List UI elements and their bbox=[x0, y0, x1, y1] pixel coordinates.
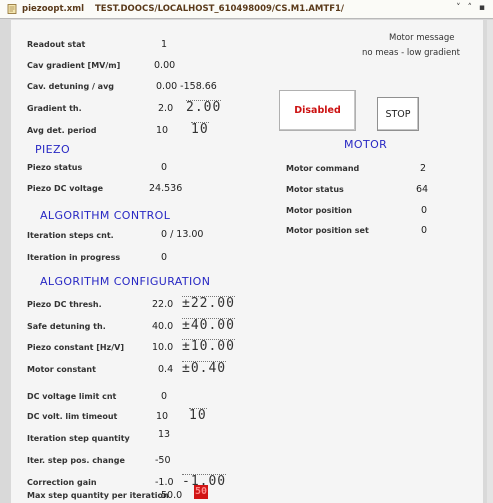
avg-det-period-spinner[interactable]: 10 bbox=[191, 122, 209, 136]
cav-gradient-value: 0.00 bbox=[154, 60, 176, 71]
max-step-quantity-value: 50.0 bbox=[161, 490, 183, 501]
motor-constant-label: Motor constant bbox=[27, 365, 96, 374]
gradient-th-spinner[interactable]: 2.00 bbox=[186, 100, 222, 114]
motor-status-label: Motor status bbox=[286, 185, 344, 194]
window-right-edge bbox=[487, 20, 493, 503]
main-panel: Readout stat 1 Cav gradient [MV/m] 0.00 … bbox=[11, 20, 483, 503]
piezo-constant-label: Piezo constant [Hz/V] bbox=[27, 343, 124, 352]
algorithm-control-title: ALGORITHM CONTROL bbox=[40, 209, 171, 222]
motor-constant-value: 0.4 bbox=[158, 364, 174, 375]
piezo-status-label: Piezo status bbox=[27, 163, 83, 172]
piezo-dc-thresh-value: 22.0 bbox=[152, 299, 174, 310]
cav-detuning-label: Cav. detuning / avg bbox=[27, 82, 115, 91]
motor-position-set-label: Motor position set bbox=[286, 226, 369, 235]
max-step-quantity-alarm-field[interactable]: 50 bbox=[194, 485, 208, 499]
document-icon bbox=[7, 4, 17, 14]
disabled-button[interactable]: Disabled bbox=[279, 90, 356, 131]
iteration-in-progress-value: 0 bbox=[161, 252, 168, 263]
motor-constant-spinner[interactable]: ±0.40 bbox=[182, 361, 227, 375]
dc-voltage-limit-cnt-label: DC voltage limit cnt bbox=[27, 392, 117, 401]
iter-step-pos-change-value: -50 bbox=[155, 455, 171, 466]
avg-det-period-value: 10 bbox=[156, 125, 169, 136]
motor-command-value: 2 bbox=[420, 163, 427, 174]
iteration-in-progress-label: Iteration in progress bbox=[27, 253, 121, 262]
gradient-th-label: Gradient th. bbox=[27, 104, 82, 113]
motor-command-label: Motor command bbox=[286, 164, 360, 173]
motor-status-value: 64 bbox=[416, 184, 429, 195]
iteration-step-quantity-value: 13 bbox=[158, 429, 171, 440]
safe-detuning-th-label: Safe detuning th. bbox=[27, 322, 106, 331]
piezo-status-value: 0 bbox=[161, 162, 168, 173]
gradient-th-value: 2.0 bbox=[158, 103, 174, 114]
safe-detuning-th-spinner[interactable]: ±40.00 bbox=[182, 318, 235, 332]
readout-stat-value: 1 bbox=[161, 39, 168, 50]
iter-step-pos-change-label: Iter. step pos. change bbox=[27, 456, 125, 465]
motor-position-set-value: 0 bbox=[421, 225, 428, 236]
max-step-quantity-label: Max step quantity per iteration bbox=[27, 491, 169, 500]
piezo-dc-voltage-value: 24.536 bbox=[149, 183, 183, 194]
cav-gradient-label: Cav gradient [MV/m] bbox=[27, 61, 121, 70]
window-path: TEST.DOOCS/LOCALHOST_610498009/CS.M1.AMT… bbox=[95, 4, 345, 14]
iteration-steps-cnt-value: 0 / 13.00 bbox=[161, 229, 204, 240]
piezo-constant-value: 10.0 bbox=[152, 342, 174, 353]
motor-position-label: Motor position bbox=[286, 206, 352, 215]
window-file-name: piezoopt.xml bbox=[22, 4, 85, 14]
correction-gain-label: Correction gain bbox=[27, 478, 97, 487]
piezo-dc-thresh-spinner[interactable]: ±22.00 bbox=[182, 296, 235, 310]
iteration-steps-cnt-label: Iteration steps cnt. bbox=[27, 231, 114, 240]
dc-voltage-limit-cnt-value: 0 bbox=[161, 391, 168, 402]
avg-det-period-label: Avg det. period bbox=[27, 126, 97, 135]
safe-detuning-th-value: 40.0 bbox=[152, 321, 174, 332]
motor-position-value: 0 bbox=[421, 205, 428, 216]
motor-section-title: MOTOR bbox=[344, 138, 388, 151]
window-title-bar[interactable]: piezoopt.xml TEST.DOOCS/LOCALHOST_610498… bbox=[0, 0, 493, 19]
motor-message-text: no meas - low gradient bbox=[362, 48, 460, 58]
window-controls-icon[interactable]: ˅ ˄ ▪ bbox=[456, 3, 487, 13]
motor-message-title: Motor message bbox=[389, 33, 455, 43]
dc-volt-lim-timeout-label: DC volt. lim timeout bbox=[27, 412, 118, 421]
piezo-dc-voltage-label: Piezo DC voltage bbox=[27, 184, 104, 193]
cav-detuning-value: 0.00 -158.66 bbox=[156, 81, 217, 92]
piezo-constant-spinner[interactable]: ±10.00 bbox=[182, 339, 235, 353]
iteration-step-quantity-label: Iteration step quantity bbox=[27, 434, 130, 443]
readout-stat-label: Readout stat bbox=[27, 40, 86, 49]
correction-gain-value: -1.0 bbox=[155, 477, 174, 488]
algorithm-configuration-title: ALGORITHM CONFIGURATION bbox=[40, 275, 211, 288]
dc-volt-lim-timeout-spinner[interactable]: 10 bbox=[189, 408, 207, 422]
dc-volt-lim-timeout-value: 10 bbox=[156, 411, 169, 422]
piezo-section-title: PIEZO bbox=[35, 143, 71, 156]
piezo-dc-thresh-label: Piezo DC thresh. bbox=[27, 300, 102, 309]
stop-button[interactable]: STOP bbox=[377, 97, 419, 131]
